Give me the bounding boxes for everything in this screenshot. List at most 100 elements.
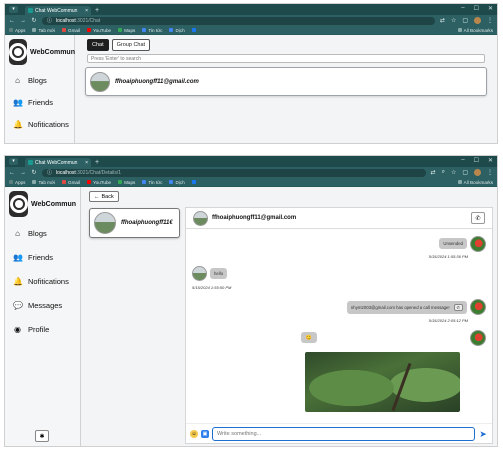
back-button[interactable]: ← Back: [89, 191, 119, 202]
bookmark-star-icon[interactable]: ☆: [451, 17, 456, 24]
bookmark-label: Apps: [15, 27, 26, 33]
sidebar-item-label: Messages: [28, 300, 63, 310]
close-tab-icon[interactable]: ×: [85, 8, 88, 14]
bookmark-dich[interactable]: Dịch: [169, 28, 185, 33]
tab-search-icon[interactable]: ▾: [9, 158, 18, 165]
bookmark-apps[interactable]: Apps: [9, 180, 25, 185]
extensions-icon[interactable]: ▢: [462, 169, 468, 176]
phone-icon[interactable]: ✆: [453, 304, 463, 311]
emoji-icon[interactable]: ☺: [190, 429, 198, 438]
all-bookmarks[interactable]: All Bookmarks: [457, 179, 493, 185]
sidebar-item-label: Profile: [28, 324, 50, 334]
bookmark-youtube[interactable]: YouTube: [87, 180, 111, 185]
url-input[interactable]: ⓘ localhost:3021/Chat/Details/1: [42, 168, 426, 177]
bookmark-tab-moi[interactable]: Tab mới: [32, 180, 55, 185]
profile-avatar-icon[interactable]: [474, 17, 481, 24]
reload-icon[interactable]: ↻: [31, 17, 37, 24]
brand[interactable]: WebCommun: [5, 35, 75, 69]
maximize-icon[interactable]: ☐: [474, 5, 479, 12]
chat-window: ffhoaiphuongff11@gmail.com ✆ Unsended 5/…: [185, 207, 493, 444]
bookmark-tin-tuc[interactable]: Tin tức: [142, 180, 162, 185]
translate-icon[interactable]: ⇄: [431, 169, 436, 176]
browser-tab[interactable]: Chat WebCommun ×: [25, 158, 91, 167]
bookmark-tin-tuc[interactable]: Tin tức: [142, 28, 162, 33]
conversation-item[interactable]: ffhoaiphuongff11€: [89, 208, 180, 238]
facebook-bookmark[interactable]: [191, 28, 196, 32]
send-icon[interactable]: ➤: [478, 429, 488, 439]
chat-detail-panel: ← Back ffhoaiphuongff11€ ffhoaiphuongff1…: [81, 187, 497, 446]
folder-icon: [457, 28, 462, 32]
back-arrow-icon[interactable]: ←: [9, 18, 15, 24]
tab-group-chat[interactable]: Group Chat: [111, 39, 151, 51]
new-tab-button[interactable]: +: [95, 6, 99, 15]
chat-list-panel: Chat Group Chat Press 'Enter' to search …: [75, 35, 497, 143]
forward-arrow-icon[interactable]: →: [20, 170, 26, 176]
minimize-icon[interactable]: –: [461, 157, 464, 164]
search-input[interactable]: Press 'Enter' to search: [87, 54, 485, 63]
image-upload-icon[interactable]: ▣: [201, 429, 209, 438]
all-bookmarks-label: All Bookmarks: [463, 179, 493, 185]
call-button[interactable]: ✆: [471, 212, 485, 224]
new-tab-button[interactable]: +: [95, 158, 99, 167]
news-icon: [142, 180, 147, 184]
apps-icon: [9, 180, 13, 184]
url-input[interactable]: ⓘ localhost:3021/Chat: [42, 16, 435, 25]
facebook-icon: [191, 28, 196, 32]
close-window-icon[interactable]: ✕: [488, 5, 493, 12]
message-timestamp: 5/15/2024 1:55:36 PM: [428, 254, 468, 259]
message-input[interactable]: [212, 426, 475, 441]
settings-button[interactable]: ✱: [35, 430, 49, 442]
bookmark-star-icon[interactable]: ☆: [451, 169, 456, 176]
bookmark-apps[interactable]: Apps: [9, 28, 25, 33]
sidebar-item-notifications[interactable]: 🔔 Nofitications: [5, 113, 74, 135]
maximize-icon[interactable]: ☐: [474, 157, 479, 164]
reload-icon[interactable]: ↻: [31, 169, 37, 176]
tab-search-icon[interactable]: ▾: [9, 6, 18, 13]
tab-chat[interactable]: Chat: [87, 39, 109, 51]
sidebar-item-profile[interactable]: ◉ Profile: [5, 317, 80, 341]
bell-icon: 🔔: [13, 276, 23, 286]
sidebar-item-friends[interactable]: 👥 Friends: [5, 91, 74, 113]
conversation-item[interactable]: ffhoaiphuongff11@gmail.com: [85, 67, 487, 96]
bookmark-gmail[interactable]: Gmail: [62, 180, 80, 185]
all-bookmarks[interactable]: All Bookmarks: [457, 27, 493, 33]
chat-detail-screenshot: ▾ Chat WebCommun × + – ☐ ✕ ← → ↻ ⓘ local…: [4, 155, 498, 447]
close-window-icon[interactable]: ✕: [488, 157, 493, 164]
minimize-icon[interactable]: –: [461, 5, 464, 12]
maps-icon: [118, 28, 123, 32]
sidebar-item-blogs[interactable]: ⌂ Blogs: [5, 221, 80, 245]
browser-tab[interactable]: Chat WebCommun ×: [25, 6, 91, 15]
menu-icon[interactable]: ⋮: [487, 169, 493, 176]
bell-icon: 🔔: [13, 119, 23, 129]
url-path: :3021/Chat/Details/1: [75, 169, 122, 176]
brand[interactable]: WebCommun: [5, 187, 80, 221]
profile-avatar-icon[interactable]: [474, 169, 481, 176]
bookmark-tab-moi[interactable]: Tab mới: [32, 28, 55, 33]
message-list: Unsended 5/15/2024 1:55:36 PM hello 5/15…: [186, 230, 492, 422]
sidebar-item-notifications[interactable]: 🔔 Nofitications: [5, 269, 80, 293]
extensions-icon[interactable]: ▢: [462, 17, 468, 24]
forward-arrow-icon[interactable]: →: [20, 18, 26, 24]
bookmark-youtube[interactable]: YouTube: [87, 28, 111, 33]
close-tab-icon[interactable]: ×: [85, 160, 88, 166]
browser-tab-bar: ▾ Chat WebCommun × + – ☐ ✕: [5, 156, 497, 167]
bookmark-dich[interactable]: Dịch: [169, 180, 185, 185]
all-bookmarks-label: All Bookmarks: [463, 27, 493, 33]
zoom-icon[interactable]: ⌕: [442, 169, 445, 176]
translate-icon[interactable]: ⇄: [440, 17, 445, 24]
facebook-bookmark[interactable]: [191, 180, 196, 184]
message-text: nhym2003@gmail.com has opened a call mes…: [350, 305, 450, 310]
menu-icon[interactable]: ⋮: [487, 17, 493, 24]
bookmark-gmail[interactable]: Gmail: [62, 28, 80, 33]
image-message[interactable]: [305, 352, 460, 412]
bookmark-maps[interactable]: Maps: [118, 28, 135, 33]
friends-icon: 👥: [13, 252, 23, 262]
site-info-icon[interactable]: ⓘ: [47, 169, 52, 176]
sidebar-item-blogs[interactable]: ⌂ Blogs: [5, 69, 74, 91]
youtube-icon: [87, 180, 92, 184]
bookmark-maps[interactable]: Maps: [118, 180, 135, 185]
sidebar-item-friends[interactable]: 👥 Friends: [5, 245, 80, 269]
back-arrow-icon[interactable]: ←: [9, 170, 15, 176]
site-info-icon[interactable]: ⓘ: [47, 17, 52, 24]
sidebar-item-messages[interactable]: 💬 Messages: [5, 293, 80, 317]
